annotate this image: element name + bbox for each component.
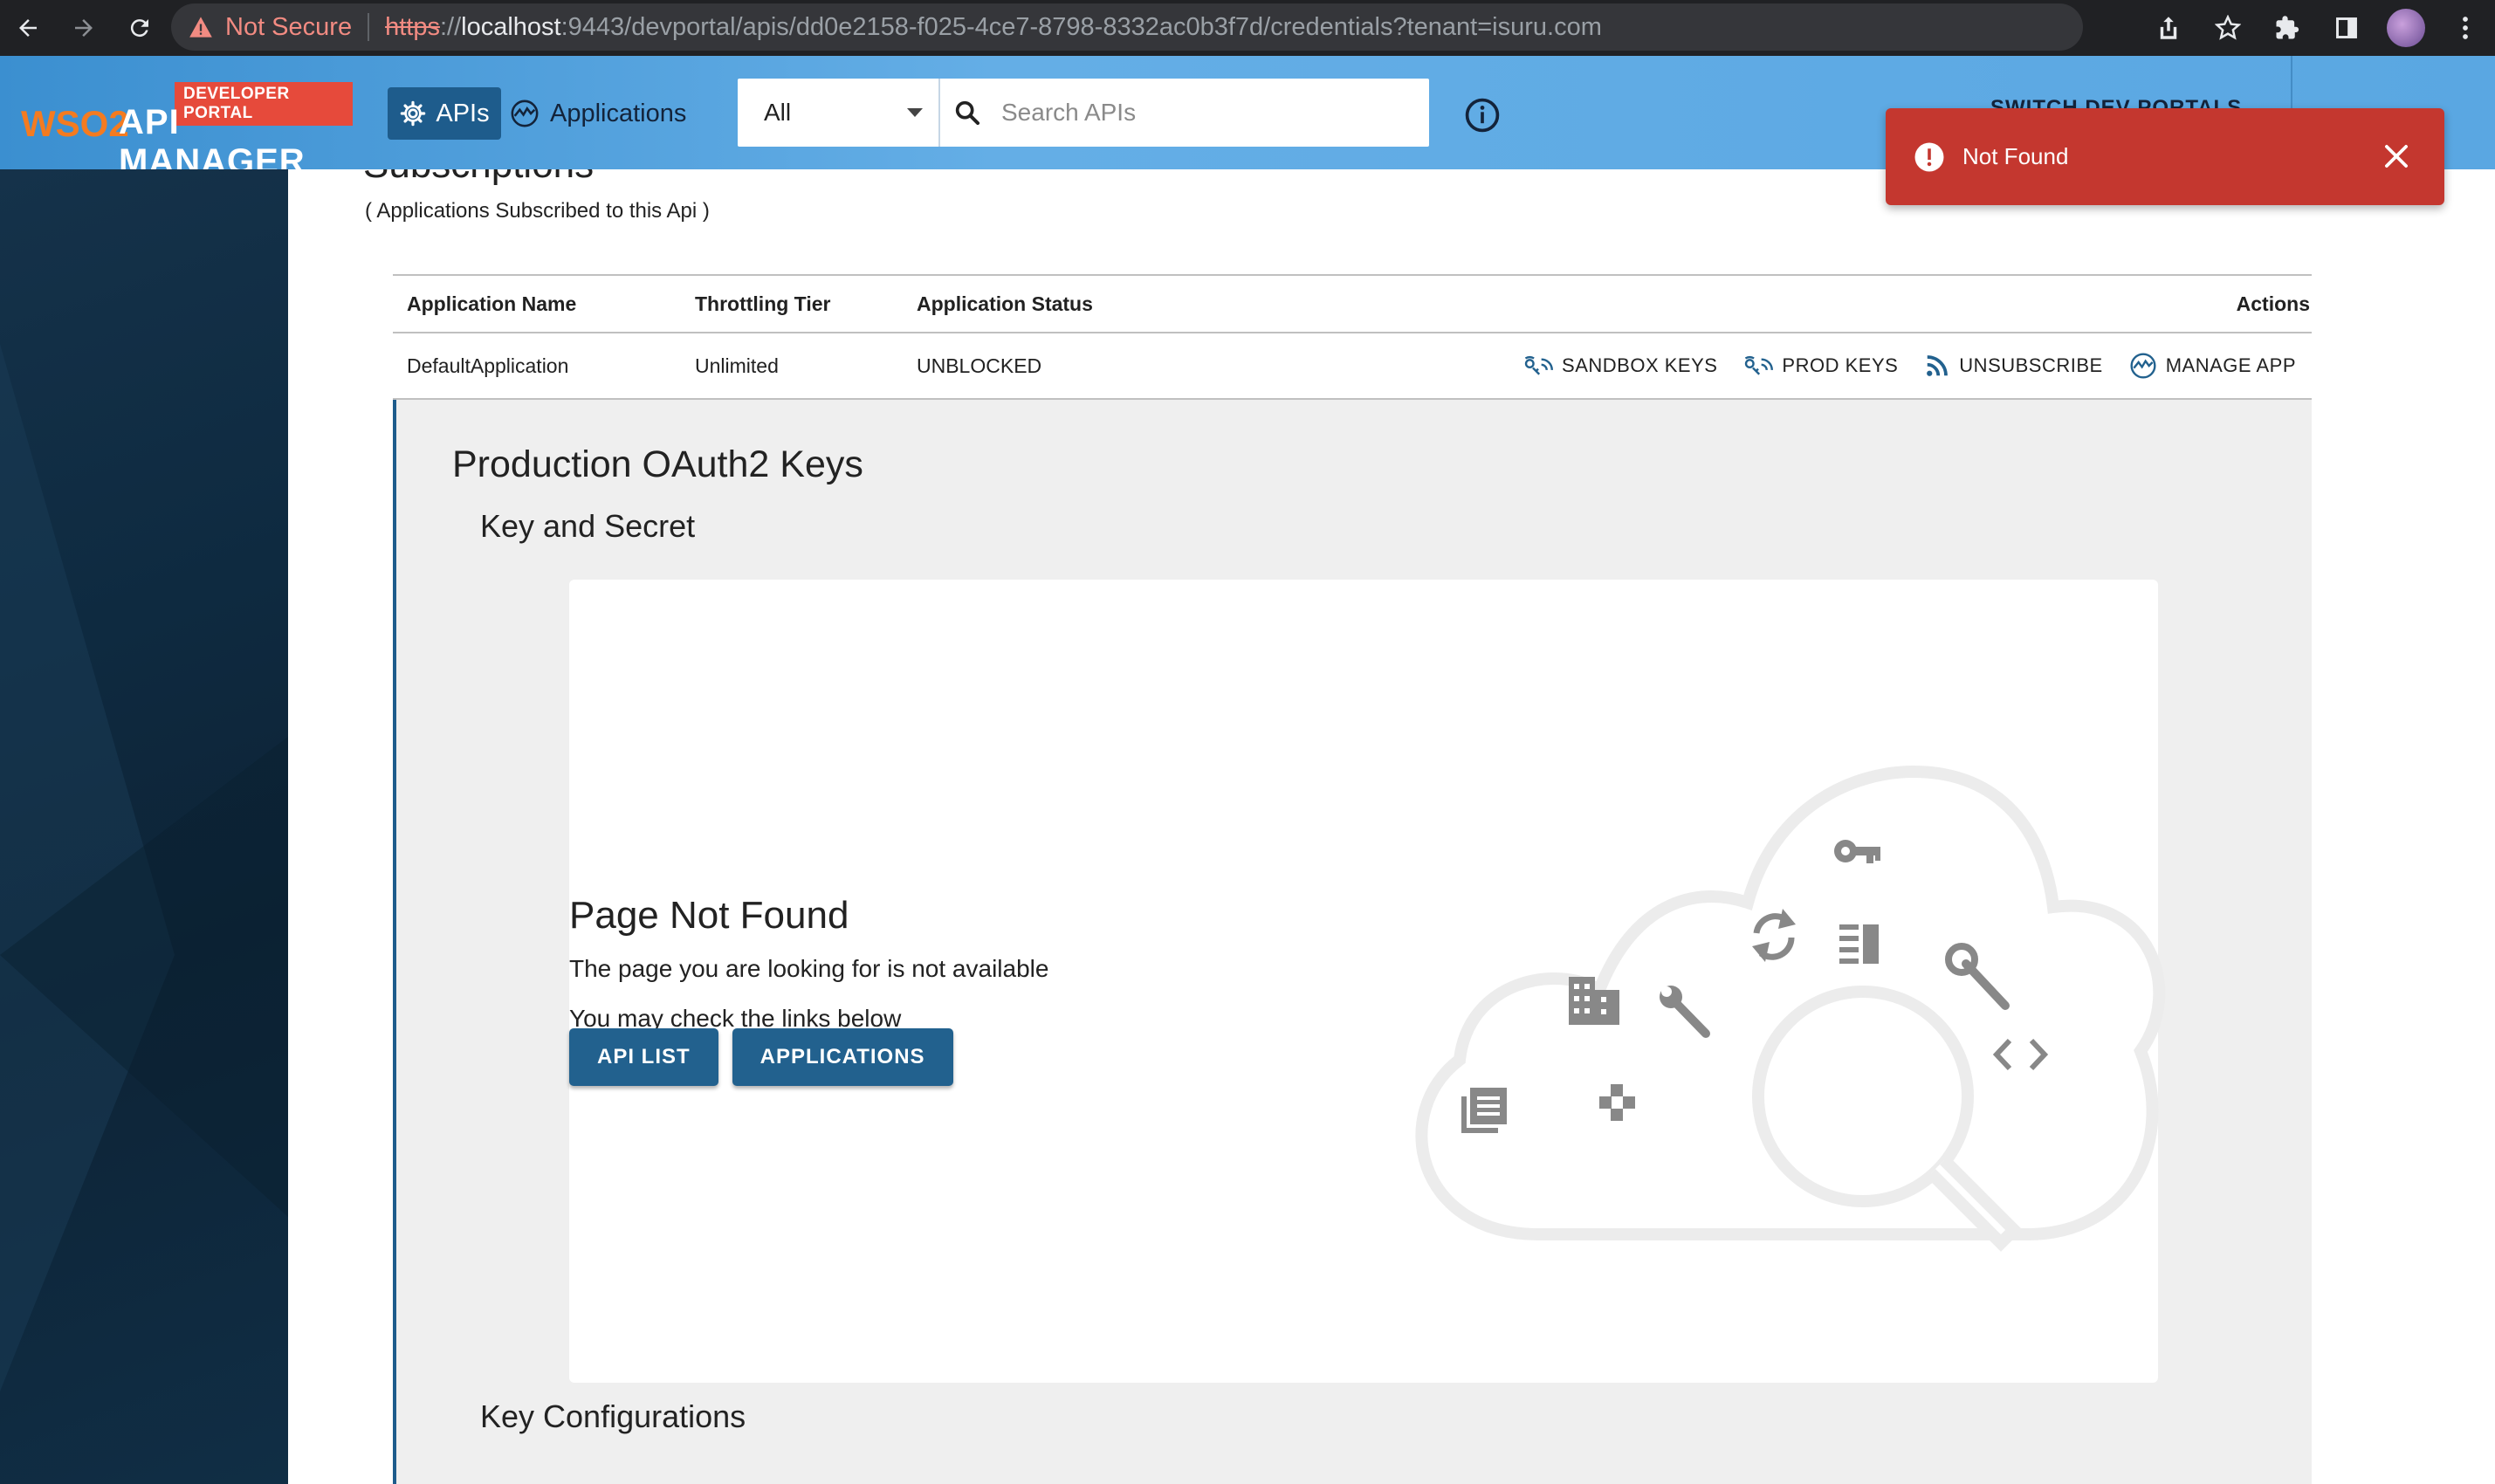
error-toast: Not Found xyxy=(1886,108,2444,205)
main-content: Subscriptions ( Applications Subscribed … xyxy=(288,169,2495,1484)
col-application-status: Application Status xyxy=(917,292,1093,315)
cell-tier: Unlimited xyxy=(695,354,779,377)
url-separator: :// xyxy=(439,12,462,41)
list-icon xyxy=(1839,924,1879,964)
api-list-button[interactable]: API LIST xyxy=(569,1028,718,1086)
profile-avatar[interactable] xyxy=(2376,0,2436,56)
applications-icon xyxy=(511,100,539,127)
toast-message: Not Found xyxy=(1962,143,2069,169)
prod-keys-button[interactable]: PROD KEYS xyxy=(1743,354,1898,378)
wrench-icon-large xyxy=(1945,943,2010,1010)
address-divider xyxy=(368,13,370,41)
security-indicator[interactable]: Not Secure xyxy=(189,13,352,42)
url-scheme: https xyxy=(385,12,440,41)
applications-button[interactable]: APPLICATIONS xyxy=(732,1028,953,1086)
table-header: Application Name Throttling Tier Applica… xyxy=(393,274,2312,333)
error-icon xyxy=(1914,142,1944,171)
not-found-message: The page you are looking for is not avai… xyxy=(569,955,1049,982)
wrench-icon xyxy=(1660,986,1710,1038)
key-secret-heading: Key and Secret xyxy=(480,508,696,544)
manage-app-button[interactable]: MANAGE APP xyxy=(2129,352,2296,380)
chevron-down-icon xyxy=(907,108,923,117)
subscriptions-table: Application Name Throttling Tier Applica… xyxy=(393,274,2312,400)
col-throttling-tier: Throttling Tier xyxy=(695,292,831,315)
key-configurations-heading: Key Configurations xyxy=(480,1398,746,1434)
forward-icon[interactable] xyxy=(56,0,112,56)
col-actions: Actions xyxy=(2236,292,2310,315)
document-library-icon xyxy=(1461,1088,1507,1133)
menu-kebab-icon[interactable] xyxy=(2436,0,2495,56)
sandbox-keys-button[interactable]: SANDBOX KEYS xyxy=(1523,354,1717,378)
nav-apis-label: APIs xyxy=(436,99,490,127)
subscriptions-title: Subscriptions xyxy=(363,169,594,187)
url-host: localhost xyxy=(461,12,561,41)
url-text: https://localhost:9443/devportal/apis/dd… xyxy=(385,13,1602,42)
row-actions: SANDBOX KEYS PROD KEYS UNSUBSCRIBE MANAG… xyxy=(1523,352,2296,380)
gear-icon xyxy=(401,100,426,127)
key-icon xyxy=(1834,840,1880,863)
side-panel-icon[interactable] xyxy=(2317,0,2376,56)
sandbox-keys-icon xyxy=(1524,355,1554,375)
reload-icon[interactable] xyxy=(112,0,168,56)
unsubscribe-button[interactable]: UNSUBSCRIBE xyxy=(1924,353,2102,379)
not-found-links: API LIST APPLICATIONS xyxy=(569,1028,953,1086)
keys-panel-title: Production OAuth2 Keys xyxy=(452,443,863,485)
info-icon[interactable] xyxy=(1463,96,1502,134)
search-scope-select[interactable]: All xyxy=(738,79,940,147)
wso2-logo[interactable]: DEVELOPER PORTAL WSO2 API MANAGER xyxy=(21,82,353,181)
nav-apis[interactable]: APIs xyxy=(388,87,501,140)
table-row: DefaultApplication Unlimited UNBLOCKED S… xyxy=(393,333,2312,400)
subscriptions-caption: ( Applications Subscribed to this Api ) xyxy=(365,199,710,223)
col-application-name: Application Name xyxy=(407,292,577,315)
search-bar: All xyxy=(738,79,1429,147)
cloud-illustration xyxy=(1415,765,2166,1252)
prod-keys-icon xyxy=(1745,355,1774,375)
extensions-icon[interactable] xyxy=(2258,0,2317,56)
nav-applications-label: Applications xyxy=(550,99,687,127)
share-icon[interactable] xyxy=(2139,0,2198,56)
search-scope-value: All xyxy=(764,99,792,126)
close-icon[interactable] xyxy=(2380,140,2413,173)
gamepad-icon xyxy=(1599,1084,1635,1121)
rss-feed-icon xyxy=(1927,355,1949,376)
avatar xyxy=(2387,9,2425,47)
bookmark-star-icon[interactable] xyxy=(2198,0,2258,56)
not-found-card: Page Not Found The page you are looking … xyxy=(569,580,2166,1383)
keys-panel: Production OAuth2 Keys Key and Secret Pa… xyxy=(393,400,2312,1484)
warning-icon xyxy=(189,17,212,38)
address-bar[interactable]: Not Secure https://localhost:9443/devpor… xyxy=(171,3,2083,51)
back-icon[interactable] xyxy=(0,0,56,56)
search-field xyxy=(940,79,1429,147)
prod-keys-label: PROD KEYS xyxy=(1782,354,1899,376)
cell-app-name: DefaultApplication xyxy=(407,354,569,377)
sidebar-background-pattern xyxy=(0,344,288,1391)
not-found-title: Page Not Found xyxy=(569,894,849,937)
left-sidebar xyxy=(0,169,288,1484)
code-icon xyxy=(1992,1038,2049,1071)
nav-applications[interactable]: Applications xyxy=(510,87,686,140)
brand-wso2: WSO2 xyxy=(21,103,129,144)
unsubscribe-label: UNSUBSCRIBE xyxy=(1959,354,2103,376)
cell-status: UNBLOCKED xyxy=(917,354,1042,377)
url-path: :9443/devportal/apis/dd0e2158-f025-4ce7-… xyxy=(560,12,1602,41)
sandbox-keys-label: SANDBOX KEYS xyxy=(1562,354,1718,376)
security-label: Not Secure xyxy=(225,12,353,41)
manage-app-label: MANAGE APP xyxy=(2165,354,2296,376)
browser-actions xyxy=(2139,0,2495,56)
search-input[interactable] xyxy=(1000,98,1419,127)
applications-icon xyxy=(2130,353,2156,379)
search-icon xyxy=(955,100,980,126)
